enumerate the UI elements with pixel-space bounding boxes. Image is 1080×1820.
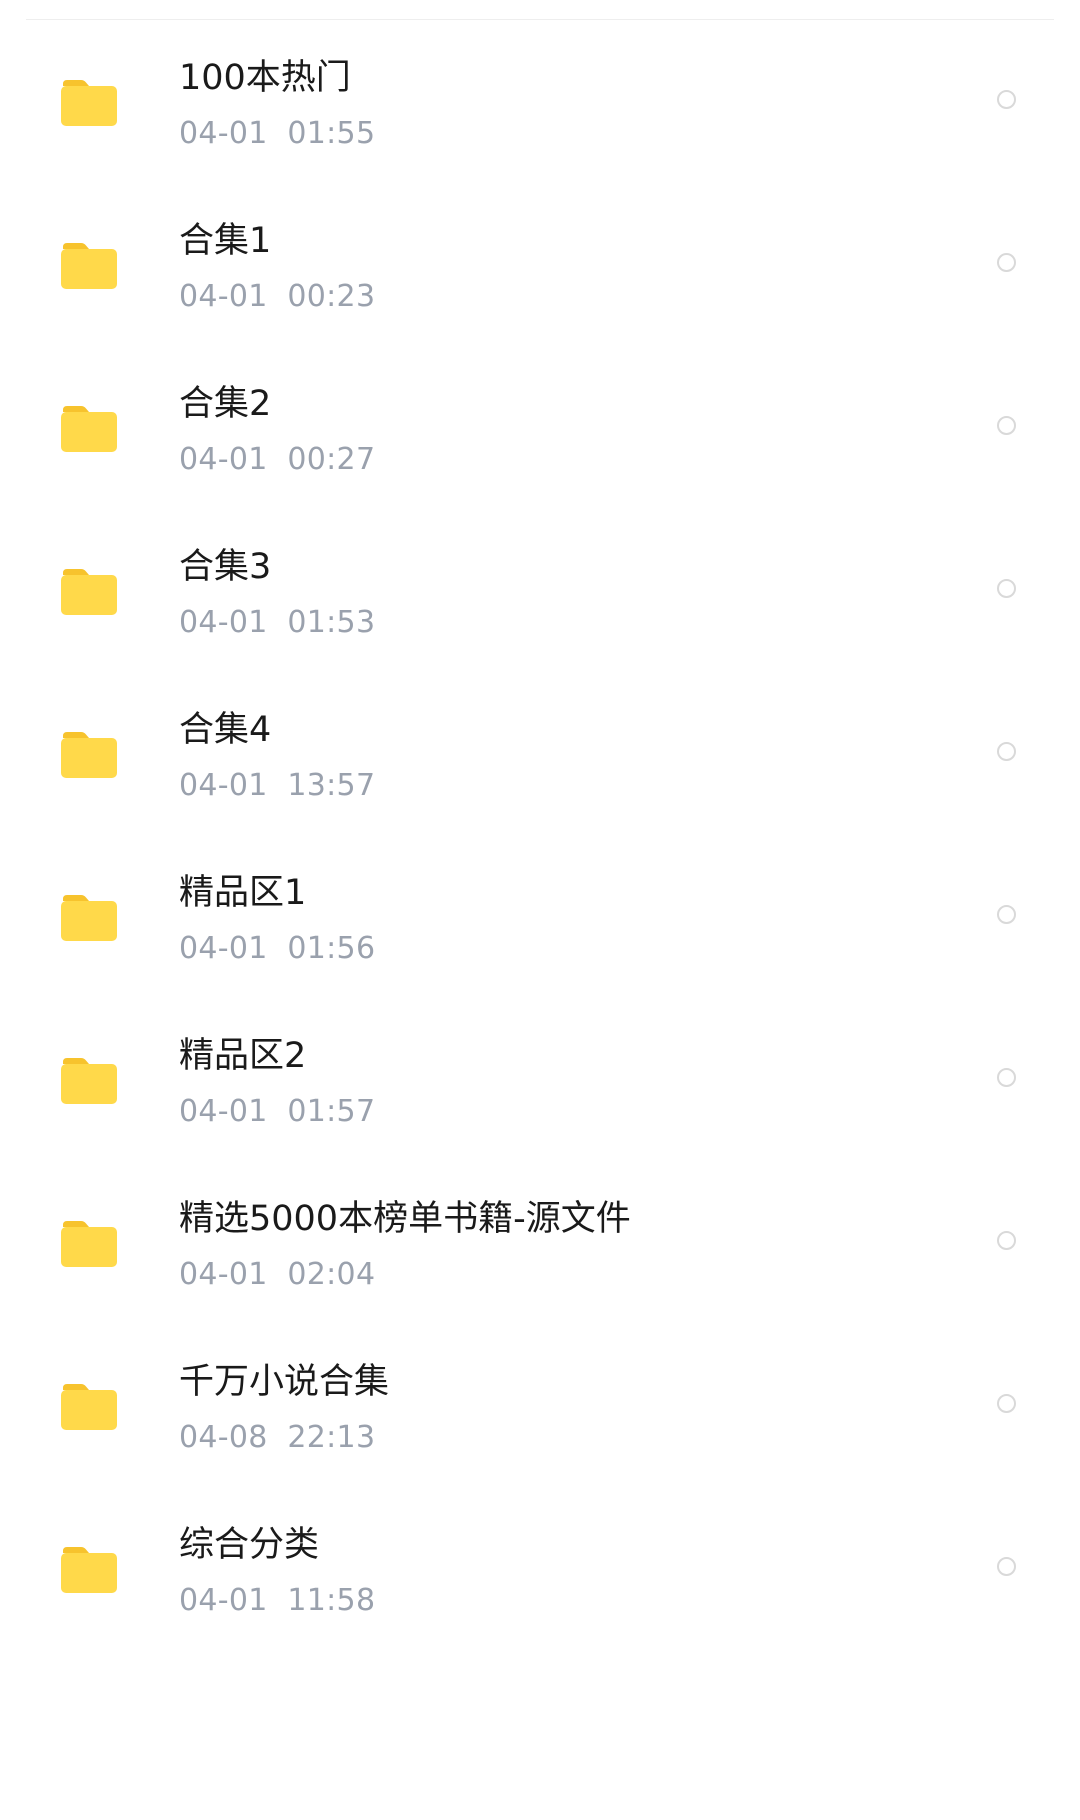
- modified-date: 04-01: [179, 442, 268, 477]
- modified-time: 04-01 01:57: [179, 1092, 375, 1132]
- modified-time: 04-01 00:23: [179, 277, 375, 317]
- modified-time: 04-01 01:56: [179, 929, 375, 969]
- modified-date: 04-01: [179, 1094, 268, 1129]
- list-item-folder[interactable]: 千万小说合集 04-08 22:13: [0, 1324, 1080, 1487]
- list-item-folder[interactable]: 合集4 04-01 13:57: [0, 672, 1080, 835]
- folder-name: 合集2: [179, 384, 272, 424]
- list-item-folder[interactable]: 综合分类 04-01 11:58: [0, 1487, 1080, 1650]
- modified-time: 04-01 01:53: [179, 603, 375, 643]
- modified-time: 04-01 02:04: [179, 1255, 375, 1295]
- folder-icon: [61, 1382, 117, 1430]
- folder-name: 千万小说合集: [179, 1362, 390, 1402]
- select-radio[interactable]: [997, 579, 1016, 598]
- select-radio[interactable]: [997, 742, 1016, 761]
- folder-icon: [61, 404, 117, 452]
- folder-name: 综合分类: [179, 1525, 320, 1565]
- folder-name: 精选5000本榜单书籍-源文件: [179, 1199, 631, 1239]
- modified-clock: 00:27: [287, 442, 376, 477]
- modified-date: 04-01: [179, 768, 268, 803]
- modified-time: 04-01 00:27: [179, 440, 375, 480]
- folder-name: 合集4: [179, 710, 272, 750]
- select-radio[interactable]: [997, 416, 1016, 435]
- select-radio[interactable]: [997, 253, 1016, 272]
- list-item-folder[interactable]: 精选5000本榜单书籍-源文件 04-01 02:04: [0, 1161, 1080, 1324]
- list-item-folder[interactable]: 精品区2 04-01 01:57: [0, 998, 1080, 1161]
- modified-date: 04-08: [179, 1420, 268, 1455]
- folder-name: 100本热门: [179, 58, 351, 98]
- modified-date: 04-01: [179, 605, 268, 640]
- select-radio[interactable]: [997, 1394, 1016, 1413]
- modified-clock: 02:04: [287, 1257, 376, 1292]
- folder-icon: [61, 567, 117, 615]
- select-radio[interactable]: [997, 90, 1016, 109]
- folder-name: 精品区2: [179, 1036, 307, 1076]
- folder-icon: [61, 893, 117, 941]
- modified-clock: 22:13: [287, 1420, 376, 1455]
- modified-time: 04-01 01:55: [179, 114, 375, 154]
- list-item-folder[interactable]: 100本热门 04-01 01:55: [0, 20, 1080, 183]
- folder-icon: [61, 1545, 117, 1593]
- modified-clock: 01:56: [287, 931, 376, 966]
- modified-clock: 01:57: [287, 1094, 376, 1129]
- modified-time: 04-01 11:58: [179, 1581, 375, 1621]
- modified-date: 04-01: [179, 116, 268, 151]
- folder-name: 精品区1: [179, 873, 307, 913]
- modified-clock: 11:58: [287, 1583, 376, 1618]
- folder-icon: [61, 241, 117, 289]
- folder-icon: [61, 1056, 117, 1104]
- select-radio[interactable]: [997, 1557, 1016, 1576]
- select-radio[interactable]: [997, 905, 1016, 924]
- select-radio[interactable]: [997, 1068, 1016, 1087]
- modified-time: 04-01 13:57: [179, 766, 375, 806]
- folder-icon: [61, 78, 117, 126]
- list-item-folder[interactable]: 合集1 04-01 00:23: [0, 183, 1080, 346]
- select-radio[interactable]: [997, 1231, 1016, 1250]
- folder-icon: [61, 730, 117, 778]
- modified-clock: 01:53: [287, 605, 376, 640]
- folder-name: 合集3: [179, 547, 272, 587]
- modified-time: 04-08 22:13: [179, 1418, 375, 1458]
- modified-clock: 01:55: [287, 116, 376, 151]
- list-item-folder[interactable]: 精品区1 04-01 01:56: [0, 835, 1080, 998]
- modified-date: 04-01: [179, 279, 268, 314]
- modified-clock: 13:57: [287, 768, 376, 803]
- file-list: 100本热门 04-01 01:55 合集1 04-01 00:23 合集2 0…: [0, 20, 1080, 1650]
- modified-date: 04-01: [179, 1257, 268, 1292]
- folder-icon: [61, 1219, 117, 1267]
- modified-clock: 00:23: [287, 279, 376, 314]
- modified-date: 04-01: [179, 1583, 268, 1618]
- folder-name: 合集1: [179, 221, 272, 261]
- list-item-folder[interactable]: 合集2 04-01 00:27: [0, 346, 1080, 509]
- list-item-folder[interactable]: 合集3 04-01 01:53: [0, 509, 1080, 672]
- modified-date: 04-01: [179, 931, 268, 966]
